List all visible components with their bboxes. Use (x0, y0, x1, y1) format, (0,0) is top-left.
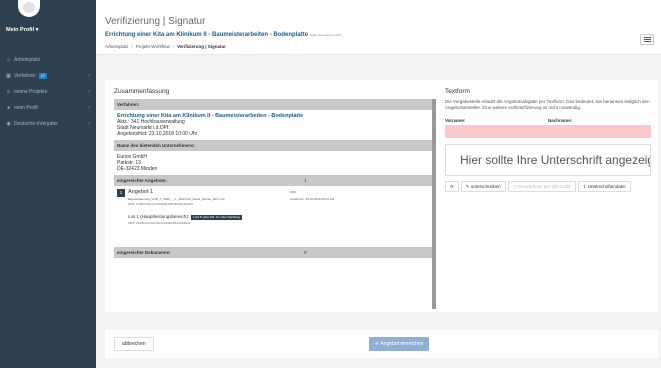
firstname-label: Vorname: (445, 118, 466, 123)
user-icon: ● (6, 104, 11, 111)
action-footer: abbrechen ✔ Angebot einreichen (105, 330, 658, 358)
sidebar-item-label: mein Profil (14, 105, 38, 111)
procedure-name: Errichtung einer Kita am Klinikum II - B… (105, 32, 309, 38)
documents-header: eingereichte Dokumente: 0 (114, 247, 432, 258)
documents-count: 0 (304, 250, 307, 255)
name-fields: Vorname: Nachname: (445, 118, 651, 138)
lot-title-label: Los 1 (Hauptleistungsbereich): (128, 214, 190, 219)
chevron-right-icon: › (88, 105, 90, 111)
list-icon (643, 37, 651, 42)
page-header: Verifizierung | Signatur Errichtung eine… (96, 0, 661, 55)
procedure-header: Verfahren: (114, 99, 432, 110)
menu-toggle-button[interactable] (640, 34, 654, 45)
sidebar-item-label: Deutsche eVergabe (14, 121, 58, 127)
offer-from-label: von: (290, 190, 297, 194)
chevron-right-icon: › (88, 89, 90, 95)
breadcrumb: Arbeitsplatz / Projekt-Workflow / Verifizier… (105, 44, 226, 49)
list-icon: ≡ (7, 88, 10, 95)
globe-icon: ◉ (6, 120, 11, 127)
page-subtitle: Errichtung einer Kita am Klinikum II - B… (105, 32, 342, 38)
procedure-line: Angebotsfrist: 23.10.2018 10:00 Uhr (117, 131, 198, 137)
sidebar-item-mein-profil[interactable]: ● mein Profil › (0, 100, 96, 116)
verification-card: Zusammenfassung Verfahren: Errichtung ei… (105, 80, 658, 312)
firstname-group: Vorname: (445, 118, 548, 138)
page-title: Verifizierung | Signatur (105, 16, 206, 27)
check-icon: ✔ (375, 341, 380, 347)
sidebar-item-arbeitsplatz[interactable]: ⌂ Arbeitsplatz (0, 52, 96, 68)
offers-header-label: eingereichte Angebote: (117, 178, 167, 183)
sidebar-item-label: meine Projekte (14, 89, 48, 95)
pencil-icon: ✎ (465, 184, 470, 189)
sidebar-item-verfahren[interactable]: ▦ Verfahren 17 › (0, 68, 96, 84)
lot-hash: MD5: 2B1BF01CA0C0E3A419EA58A00A9E42 (128, 221, 191, 225)
chevron-right-icon: › (88, 121, 90, 127)
sidebar: Mein Profil ▾ ⌂ Arbeitsplatz ▦ Verfahren… (0, 0, 96, 368)
submit-offer-button[interactable]: ✔ Angebot einreichen (369, 337, 430, 351)
procedure-details: Errichtung einer Kita am Klinikum II - B… (114, 110, 432, 140)
offer-number-badge: 1 (117, 189, 125, 197)
sidebar-item-label: Arbeitsplatz (14, 57, 41, 63)
file-button-label: Unterschriftendatei (587, 184, 626, 189)
profile-menu[interactable]: Mein Profil ▾ (6, 27, 38, 33)
textform-description: Die Vergabestelle erlaubt die Angebotsab… (445, 99, 650, 110)
avatar[interactable] (18, 0, 40, 17)
offer-item[interactable]: 1 Angebot 1 Eigenerklaerung_VOB_A_2016_-… (114, 186, 432, 211)
signature-pad[interactable]: Hier sollte Ihre Unterschrift angezeigt … (445, 144, 651, 176)
refresh-button[interactable]: ⟳ (445, 181, 459, 192)
grid-icon: ▦ (6, 72, 11, 79)
refresh-icon: ⟳ (450, 184, 454, 189)
sidebar-item-deutsche-evergabe[interactable]: ◉ Deutsche eVergabe › (0, 116, 96, 132)
summary-scroll-panel[interactable]: Verfahren: Errichtung einer Kita am Klin… (114, 99, 436, 309)
home-icon: ⌂ (6, 56, 11, 63)
lot-title: Los 1 (Hauptleistungsbereich): 1,00 € net… (128, 211, 432, 220)
lastname-label: Nachname: (548, 118, 573, 123)
bidder-line: DE-32423 Minden (117, 166, 158, 172)
sidebar-nav: ⌂ Arbeitsplatz ▦ Verfahren 17 › ≡ meine … (0, 52, 96, 132)
sign-button[interactable]: ✎ unterschreiben (460, 181, 506, 192)
cancel-button[interactable]: abbrechen (114, 337, 154, 351)
qr-icon: ▢ (512, 184, 517, 189)
procedure-authority: Stadt Neumarkt i.d.OPf. (310, 33, 342, 37)
signature-toolbar: ⟳ ✎ unterschreiben ▢ Smartphone per QR-C… (445, 181, 651, 192)
sidebar-item-meine-projekte[interactable]: ≡ meine Projekte › (0, 84, 96, 100)
lastname-group: Nachname: (548, 118, 651, 138)
breadcrumb-separator: / (172, 44, 174, 49)
textform-section: Textform Die Vergabestelle erlaubt die A… (445, 88, 651, 192)
lot-item: Los 1 (Hauptleistungsbereich): 1,00 € net… (114, 211, 432, 233)
lot-price-badge: 1,00 € netto inkl. 0= ohne Nachtrag (191, 215, 242, 220)
sidebar-item-label: Verfahren (14, 73, 36, 79)
offer-from: von: ... (290, 190, 319, 194)
breadcrumb-separator: / (131, 44, 133, 49)
count-badge: 17 (38, 73, 48, 79)
bidder-details: Eurios GmbH Parkstr. 13 DE-32423 Minden (114, 151, 432, 175)
bidder-header: Name des bietenden Unternehmens: (114, 140, 432, 151)
signature-file-button[interactable]: ⇪ Unterschriftendatei (577, 181, 631, 192)
textform-title: Textform (445, 88, 470, 95)
offers-header: eingereichte Angebote: 1 (114, 175, 432, 186)
offer-title: Angebot 1 (128, 189, 154, 195)
lastname-input[interactable] (548, 125, 651, 138)
offer-hash: MD5: 3C862A601C4108E28FF5548A9E14E4DE (128, 202, 194, 206)
breadcrumb-current: Verifizierung | Signatur (176, 44, 227, 49)
chevron-right-icon: › (88, 73, 90, 79)
firstname-input[interactable] (445, 125, 548, 138)
offer-from-value: ... (315, 190, 319, 194)
smartphone-qr-button[interactable]: ▢ Smartphone per QR-Code (507, 181, 576, 192)
breadcrumb-item[interactable]: Arbeitsplatz (105, 44, 129, 49)
offer-file-name[interactable]: Eigenerklaerung_VOB_A_2016_-_1._Abschnit… (128, 197, 432, 201)
documents-header-label: eingereichte Dokumente: (117, 250, 171, 255)
submit-button-label: Angebot einreichen (380, 341, 424, 347)
offer-date: erstellt am: 16.10.2018 09:33 Uhr (290, 197, 335, 201)
offers-count: 1 (304, 178, 307, 183)
summary-title: Zusammenfassung (114, 88, 170, 95)
smartphone-button-label: Smartphone per QR-Code (518, 184, 571, 189)
summary-section: Zusammenfassung Verfahren: Errichtung ei… (114, 88, 436, 309)
sign-button-label: unterschreiben (470, 184, 501, 189)
upload-icon: ⇪ (582, 184, 587, 189)
breadcrumb-item[interactable]: Projekt-Workflow (136, 44, 170, 49)
